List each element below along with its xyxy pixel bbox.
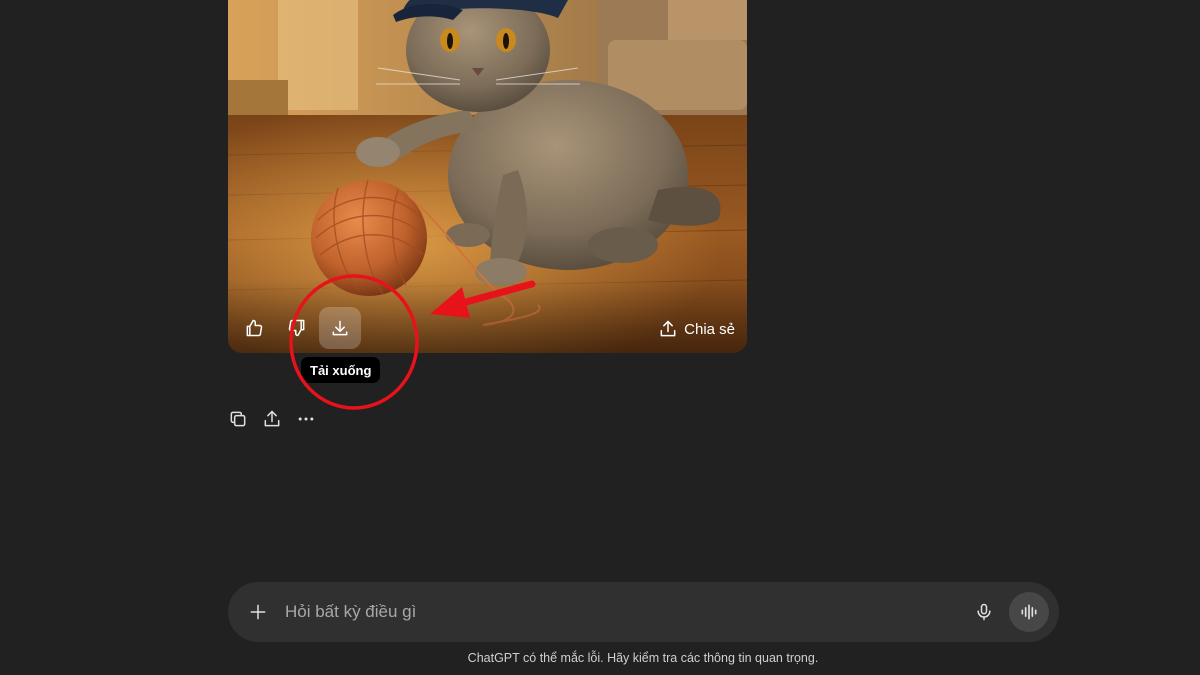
generated-image[interactable] [228, 0, 747, 353]
more-button[interactable] [294, 407, 318, 431]
like-button[interactable] [233, 307, 275, 349]
dislike-button[interactable] [276, 307, 318, 349]
download-tooltip: Tải xuống [301, 357, 381, 383]
thumbs-up-icon [246, 319, 263, 337]
copy-button[interactable] [226, 407, 250, 431]
voice-waveform-icon [1021, 604, 1037, 620]
disclaimer: ChatGPT có thể mắc lỗi. Hãy kiểm tra các… [467, 651, 819, 665]
prompt-input[interactable] [285, 602, 969, 622]
share-button[interactable] [260, 407, 284, 431]
more-icon [298, 417, 314, 421]
download-icon [332, 320, 348, 336]
share-icon [660, 320, 676, 337]
generated-image-card[interactable]: Chia sẻ [228, 0, 747, 353]
download-button[interactable] [319, 307, 361, 349]
share-label: Chia sẻ [684, 320, 735, 338]
plus-icon [250, 604, 266, 620]
share-icon [264, 410, 280, 427]
share-image-button[interactable]: Chia sẻ [658, 319, 735, 339]
message-actions [226, 407, 318, 431]
copy-icon [230, 411, 246, 427]
attach-button[interactable] [243, 597, 273, 627]
thumbs-down-icon [288, 319, 305, 337]
voice-mode-button[interactable] [1009, 592, 1049, 632]
composer [228, 582, 1059, 642]
dictate-button[interactable] [969, 597, 999, 627]
microphone-icon [977, 603, 991, 621]
